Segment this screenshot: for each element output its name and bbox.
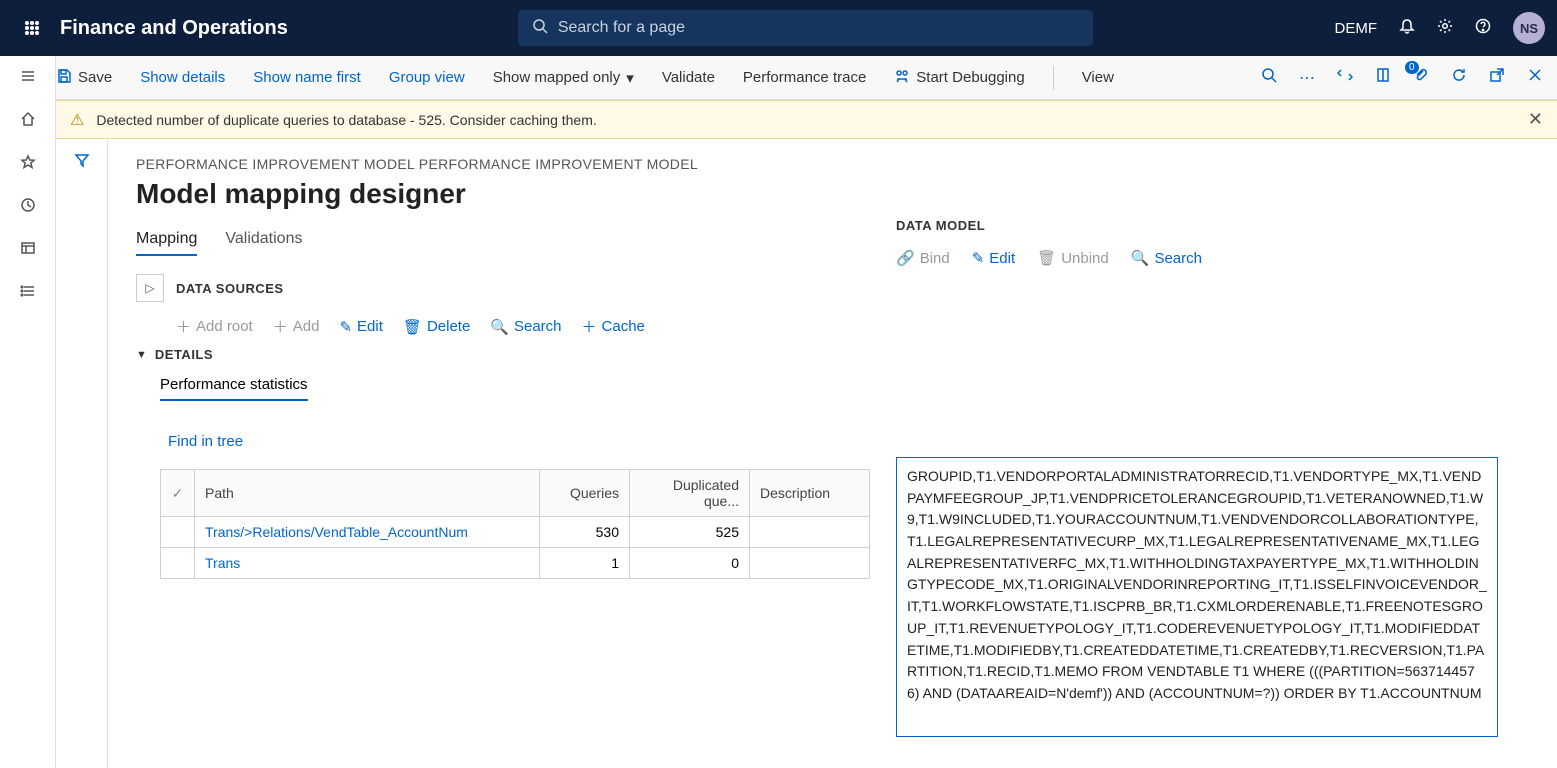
right-panel: DATA MODEL 🔗Bind ✎Edit 🗑Unbind 🔍Search G… (876, 156, 1543, 768)
plus-icon: ＋ (273, 316, 288, 337)
cache-button[interactable]: ＋Cache (582, 316, 645, 337)
command-bar: Save Show details Show name first Group … (0, 56, 1557, 100)
debug-icon (894, 68, 910, 88)
col-dup[interactable]: Duplicated que... (630, 470, 750, 517)
top-header: Finance and Operations Search for a page… (0, 0, 1557, 56)
header-right: DEMF NS (1335, 12, 1546, 44)
link-icon: 🔗 (896, 249, 915, 267)
search-icon: 🔍 (1131, 249, 1150, 267)
main-area: PERFORMANCE IMPROVEMENT MODEL PERFORMANC… (56, 138, 1557, 768)
popout-icon[interactable] (1489, 67, 1505, 88)
table-row[interactable]: Trans/>Relations/VendTable_AccountNum 53… (161, 517, 870, 548)
performance-table: ✓ Path Queries Duplicated que... Descrip… (160, 469, 870, 579)
performance-trace-button[interactable]: Performance trace (743, 69, 866, 86)
col-desc[interactable]: Description (750, 470, 870, 517)
col-path[interactable]: Path (195, 470, 540, 517)
trash-icon: 🗑 (1037, 249, 1056, 267)
hamburger-icon[interactable] (20, 68, 36, 89)
add-root-button: ＋Add root (176, 316, 253, 337)
close-icon[interactable] (1527, 67, 1543, 88)
app-title: Finance and Operations (60, 17, 288, 40)
search-button[interactable]: 🔍Search (1131, 249, 1202, 267)
company-label[interactable]: DEMF (1335, 20, 1378, 37)
more-icon[interactable]: ⋯ (1299, 68, 1315, 88)
pencil-icon: ✎ (972, 249, 985, 267)
sql-output[interactable]: GROUPID,T1.VENDORPORTALADMINISTRATORRECI… (896, 457, 1498, 737)
page-title: Model mapping designer (136, 178, 876, 210)
attach-icon[interactable]: 0 (1413, 67, 1429, 88)
filter-column (56, 138, 108, 768)
start-debugging-button[interactable]: Start Debugging (894, 68, 1024, 88)
layout-icon[interactable] (20, 240, 36, 261)
group-view-button[interactable]: Group view (389, 69, 465, 86)
pencil-icon: ✎ (339, 318, 352, 336)
search-icon (532, 18, 548, 39)
data-model-actions: 🔗Bind ✎Edit 🗑Unbind 🔍Search (896, 249, 1543, 267)
add-button: ＋Add (273, 316, 320, 337)
path-link[interactable]: Trans (205, 555, 240, 571)
clock-icon[interactable] (20, 197, 36, 218)
bind-button: 🔗Bind (896, 249, 950, 267)
star-icon[interactable] (20, 154, 36, 175)
avatar[interactable]: NS (1513, 12, 1545, 44)
waffle-icon[interactable] (12, 20, 52, 36)
home-icon[interactable] (20, 111, 36, 132)
data-sources-actions: ＋Add root ＋Add ✎Edit 🗑Delete 🔍Search ＋Ca… (176, 316, 876, 337)
show-details-button[interactable]: Show details (140, 69, 225, 86)
view-button[interactable]: View (1082, 69, 1114, 86)
select-all-checkbox[interactable]: ✓ (161, 470, 195, 517)
search-icon: 🔍 (490, 318, 509, 336)
performance-statistics-tab[interactable]: Performance statistics (160, 376, 308, 401)
path-link[interactable]: Trans/>Relations/VendTable_AccountNum (205, 524, 468, 540)
table-row[interactable]: Trans 1 0 (161, 548, 870, 579)
caret-down-icon: ▼ (136, 349, 147, 361)
delete-button[interactable]: 🗑Delete (403, 316, 470, 337)
tab-validations[interactable]: Validations (225, 230, 302, 256)
warning-icon: ⚠ (70, 110, 84, 130)
breadcrumb: PERFORMANCE IMPROVEMENT MODEL PERFORMANC… (136, 156, 876, 172)
chevron-down-icon: ▾ (626, 69, 634, 87)
list-icon[interactable] (20, 283, 36, 304)
unbind-button: 🗑Unbind (1037, 249, 1109, 267)
warning-text: Detected number of duplicate queries to … (96, 112, 596, 128)
bell-icon[interactable] (1399, 18, 1415, 39)
search-button[interactable]: 🔍Search (490, 316, 561, 337)
help-icon[interactable] (1475, 18, 1491, 39)
left-rail (0, 56, 56, 768)
data-sources-expander[interactable]: ▷ (136, 274, 164, 302)
find-in-tree-link[interactable]: Find in tree (168, 433, 243, 450)
plus-icon: ＋ (176, 316, 191, 337)
save-button[interactable]: Save (56, 68, 112, 88)
data-sources-label: DATA SOURCES (176, 281, 284, 296)
global-search-input[interactable]: Search for a page (518, 10, 1093, 46)
data-model-label: DATA MODEL (896, 218, 1543, 233)
search-icon[interactable] (1261, 67, 1277, 88)
tab-mapping[interactable]: Mapping (136, 230, 197, 256)
left-panel: PERFORMANCE IMPROVEMENT MODEL PERFORMANC… (136, 156, 876, 768)
content-column: PERFORMANCE IMPROVEMENT MODEL PERFORMANC… (108, 138, 1557, 768)
save-icon (56, 68, 72, 88)
plus-icon: ＋ (582, 316, 597, 337)
filter-icon[interactable] (74, 152, 90, 768)
col-queries[interactable]: Queries (540, 470, 630, 517)
book-icon[interactable] (1375, 67, 1391, 88)
edit-button[interactable]: ✎Edit (972, 249, 1015, 267)
show-mapped-only-dropdown[interactable]: Show mapped only ▾ (493, 69, 634, 87)
search-placeholder: Search for a page (558, 19, 685, 37)
show-name-first-button[interactable]: Show name first (253, 69, 361, 86)
edit-button[interactable]: ✎Edit (339, 316, 382, 337)
warning-close-icon[interactable]: ✕ (1528, 109, 1543, 130)
trash-icon: 🗑 (403, 318, 422, 336)
warning-bar: ⚠ Detected number of duplicate queries t… (56, 100, 1557, 139)
divider (1053, 66, 1054, 90)
validate-button[interactable]: Validate (662, 69, 715, 86)
page-tabs: Mapping Validations (136, 230, 876, 256)
refresh-icon[interactable] (1451, 67, 1467, 88)
gear-icon[interactable] (1437, 18, 1453, 39)
details-header[interactable]: ▼ DETAILS (136, 347, 876, 362)
connect-icon[interactable] (1337, 67, 1353, 88)
